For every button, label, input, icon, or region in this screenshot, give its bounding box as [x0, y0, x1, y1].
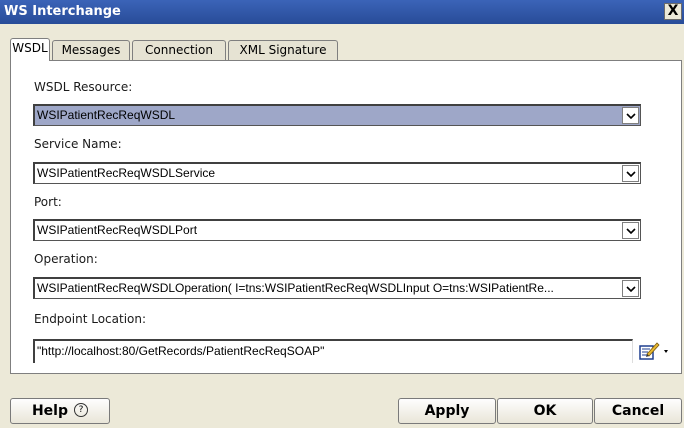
endpoint-location-label: Endpoint Location: [34, 312, 147, 326]
tab-label: WSDL [12, 41, 48, 55]
wsdl-resource-value: WSIPatientRecReqWSDL [37, 108, 176, 122]
apply-button[interactable]: Apply [398, 398, 496, 424]
service-name-label: Service Name: [34, 137, 122, 151]
port-label: Port: [34, 195, 62, 209]
tab-wsdl[interactable]: WSDL [10, 38, 50, 61]
help-icon: ? [74, 403, 89, 417]
endpoint-location-value: "http://localhost:80/GetRecords/PatientR… [37, 344, 325, 358]
port-value: WSIPatientRecReqWSDLPort [37, 223, 198, 237]
chevron-down-icon[interactable] [622, 165, 639, 182]
window-title: WS Interchange [4, 4, 121, 19]
tab-xml-signature[interactable]: XML Signature [228, 40, 338, 60]
tab-label: Connection [145, 43, 213, 57]
wsdl-resource-select[interactable]: WSIPatientRecReqWSDL [33, 104, 641, 126]
edit-icon [639, 342, 668, 360]
service-name-value: WSIPatientRecReqWSDLService [37, 166, 216, 180]
port-select[interactable]: WSIPatientRecReqWSDLPort [33, 219, 641, 241]
window-titlebar: WS Interchange X [0, 0, 684, 24]
operation-label: Operation: [34, 252, 98, 266]
cancel-button[interactable]: Cancel [594, 398, 682, 424]
chevron-down-icon[interactable] [622, 222, 639, 239]
tab-label: XML Signature [239, 43, 327, 57]
tab-connection[interactable]: Connection [132, 40, 226, 60]
endpoint-location-field[interactable]: "http://localhost:80/GetRecords/PatientR… [33, 339, 633, 363]
ok-button[interactable]: OK [497, 398, 593, 424]
service-name-select[interactable]: WSIPatientRecReqWSDLService [33, 162, 641, 184]
chevron-down-icon[interactable] [622, 280, 639, 297]
ok-button-label: OK [533, 403, 557, 419]
help-button[interactable]: Help? [10, 398, 110, 424]
close-icon: X [667, 3, 679, 19]
edit-expression-button[interactable] [638, 340, 672, 362]
help-button-label: Help [31, 403, 69, 419]
wsdl-resource-label: WSDL Resource: [34, 80, 133, 94]
tab-messages[interactable]: Messages [52, 40, 130, 60]
close-button[interactable]: X [664, 3, 682, 20]
apply-button-label: Apply [424, 403, 470, 419]
operation-select[interactable]: WSIPatientRecReqWSDLOperation( I=tns:WSI… [33, 277, 641, 299]
cancel-button-label: Cancel [611, 403, 665, 419]
chevron-down-icon[interactable] [622, 107, 639, 124]
dropdown-arrow-icon [664, 350, 668, 353]
tab-label: Messages [61, 43, 121, 57]
operation-value: WSIPatientRecReqWSDLOperation( I=tns:WSI… [37, 281, 554, 295]
